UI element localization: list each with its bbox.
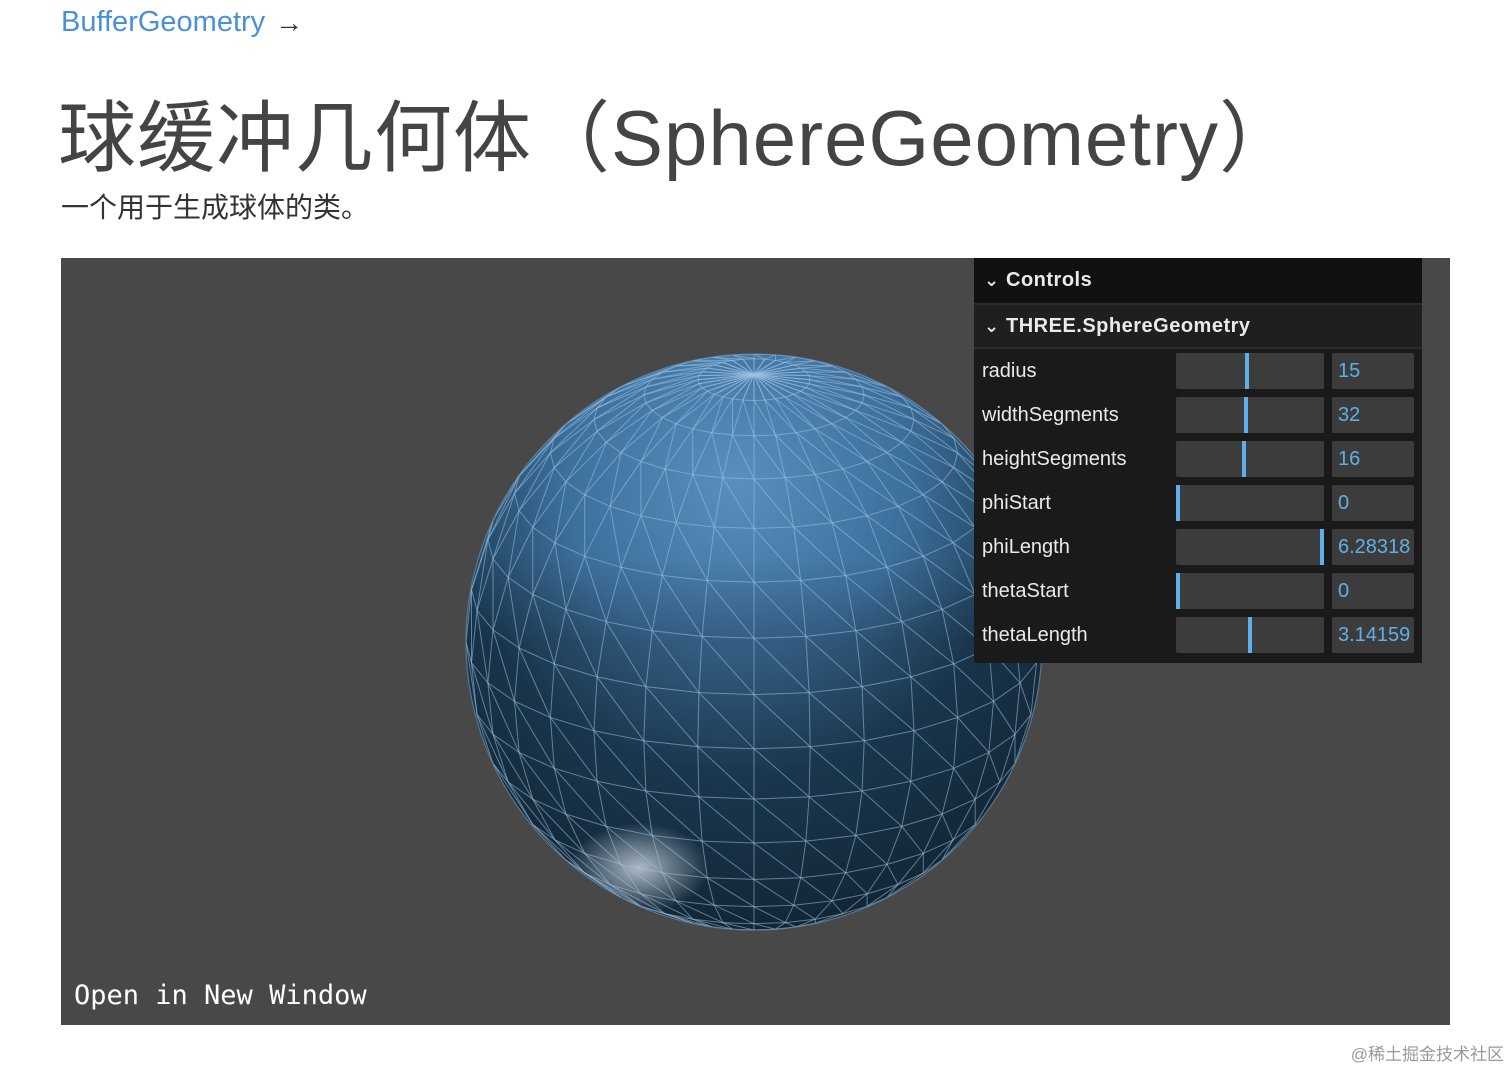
control-number-input[interactable]: 16: [1332, 441, 1414, 477]
control-slider[interactable]: [1176, 617, 1324, 653]
breadcrumb-link[interactable]: BufferGeometry: [61, 6, 265, 39]
control-row-widthSegments: widthSegments 32: [974, 393, 1422, 437]
control-label: thetaLength: [982, 623, 1088, 646]
controls-rows: radius 15 widthSegments 32 heightSegments 16 p…: [974, 349, 1422, 657]
arrow-right-icon[interactable]: →: [275, 7, 303, 39]
controls-title: Controls: [1006, 269, 1093, 291]
watermark: @稀土掘金技术社区: [1350, 1045, 1504, 1064]
control-slider[interactable]: [1176, 441, 1324, 477]
slider-thumb[interactable]: [1245, 353, 1249, 389]
control-label: widthSegments: [982, 403, 1119, 426]
slider-thumb[interactable]: [1244, 397, 1248, 433]
folder-header[interactable]: ⌄ THREE.SphereGeometry: [974, 305, 1422, 349]
control-slider[interactable]: [1176, 485, 1324, 521]
open-new-window-link[interactable]: Open in New Window: [74, 980, 367, 1011]
chevron-down-icon: ⌄: [984, 315, 1000, 336]
control-row-thetaStart: thetaStart 0: [974, 569, 1422, 613]
control-row-radius: radius 15: [974, 349, 1422, 393]
control-number-input[interactable]: 15: [1332, 353, 1414, 389]
control-slider[interactable]: [1176, 397, 1324, 433]
slider-thumb[interactable]: [1320, 529, 1324, 565]
control-label: thetaStart: [982, 579, 1069, 602]
control-number-input[interactable]: 0: [1332, 573, 1414, 609]
control-label: phiLength: [982, 535, 1070, 558]
control-number-input[interactable]: 3.14159: [1332, 617, 1414, 653]
page-title: 球缓冲几何体（SphereGeometry）: [58, 94, 1298, 182]
control-row-thetaLength: thetaLength 3.14159: [974, 613, 1422, 657]
control-number-input[interactable]: 32: [1332, 397, 1414, 433]
control-slider[interactable]: [1176, 353, 1324, 389]
control-slider[interactable]: [1176, 573, 1324, 609]
control-label: radius: [982, 359, 1037, 382]
control-label: phiStart: [982, 491, 1051, 514]
control-slider[interactable]: [1176, 529, 1324, 565]
folder-title: THREE.SphereGeometry: [1006, 314, 1251, 337]
control-row-heightSegments: heightSegments 16: [974, 437, 1422, 481]
slider-thumb[interactable]: [1248, 617, 1252, 653]
controls-panel: ⌄ Controls ⌄ THREE.SphereGeometry radius…: [974, 258, 1422, 663]
control-number-input[interactable]: 0: [1332, 485, 1414, 521]
chevron-down-icon: ⌄: [984, 270, 1000, 290]
control-number-input[interactable]: 6.28318: [1332, 529, 1414, 565]
breadcrumb: BufferGeometry →: [61, 6, 303, 39]
slider-thumb[interactable]: [1176, 573, 1180, 609]
control-row-phiStart: phiStart 0: [974, 481, 1422, 525]
control-label: heightSegments: [982, 447, 1127, 470]
slider-thumb[interactable]: [1176, 485, 1180, 521]
controls-header[interactable]: ⌄ Controls: [974, 258, 1422, 305]
slider-thumb[interactable]: [1242, 441, 1246, 477]
render-viewport[interactable]: Open in New Window ⌄ Controls ⌄ THREE.Sp…: [61, 258, 1450, 1025]
page-description: 一个用于生成球体的类。: [61, 192, 370, 223]
control-row-phiLength: phiLength 6.28318: [974, 525, 1422, 569]
